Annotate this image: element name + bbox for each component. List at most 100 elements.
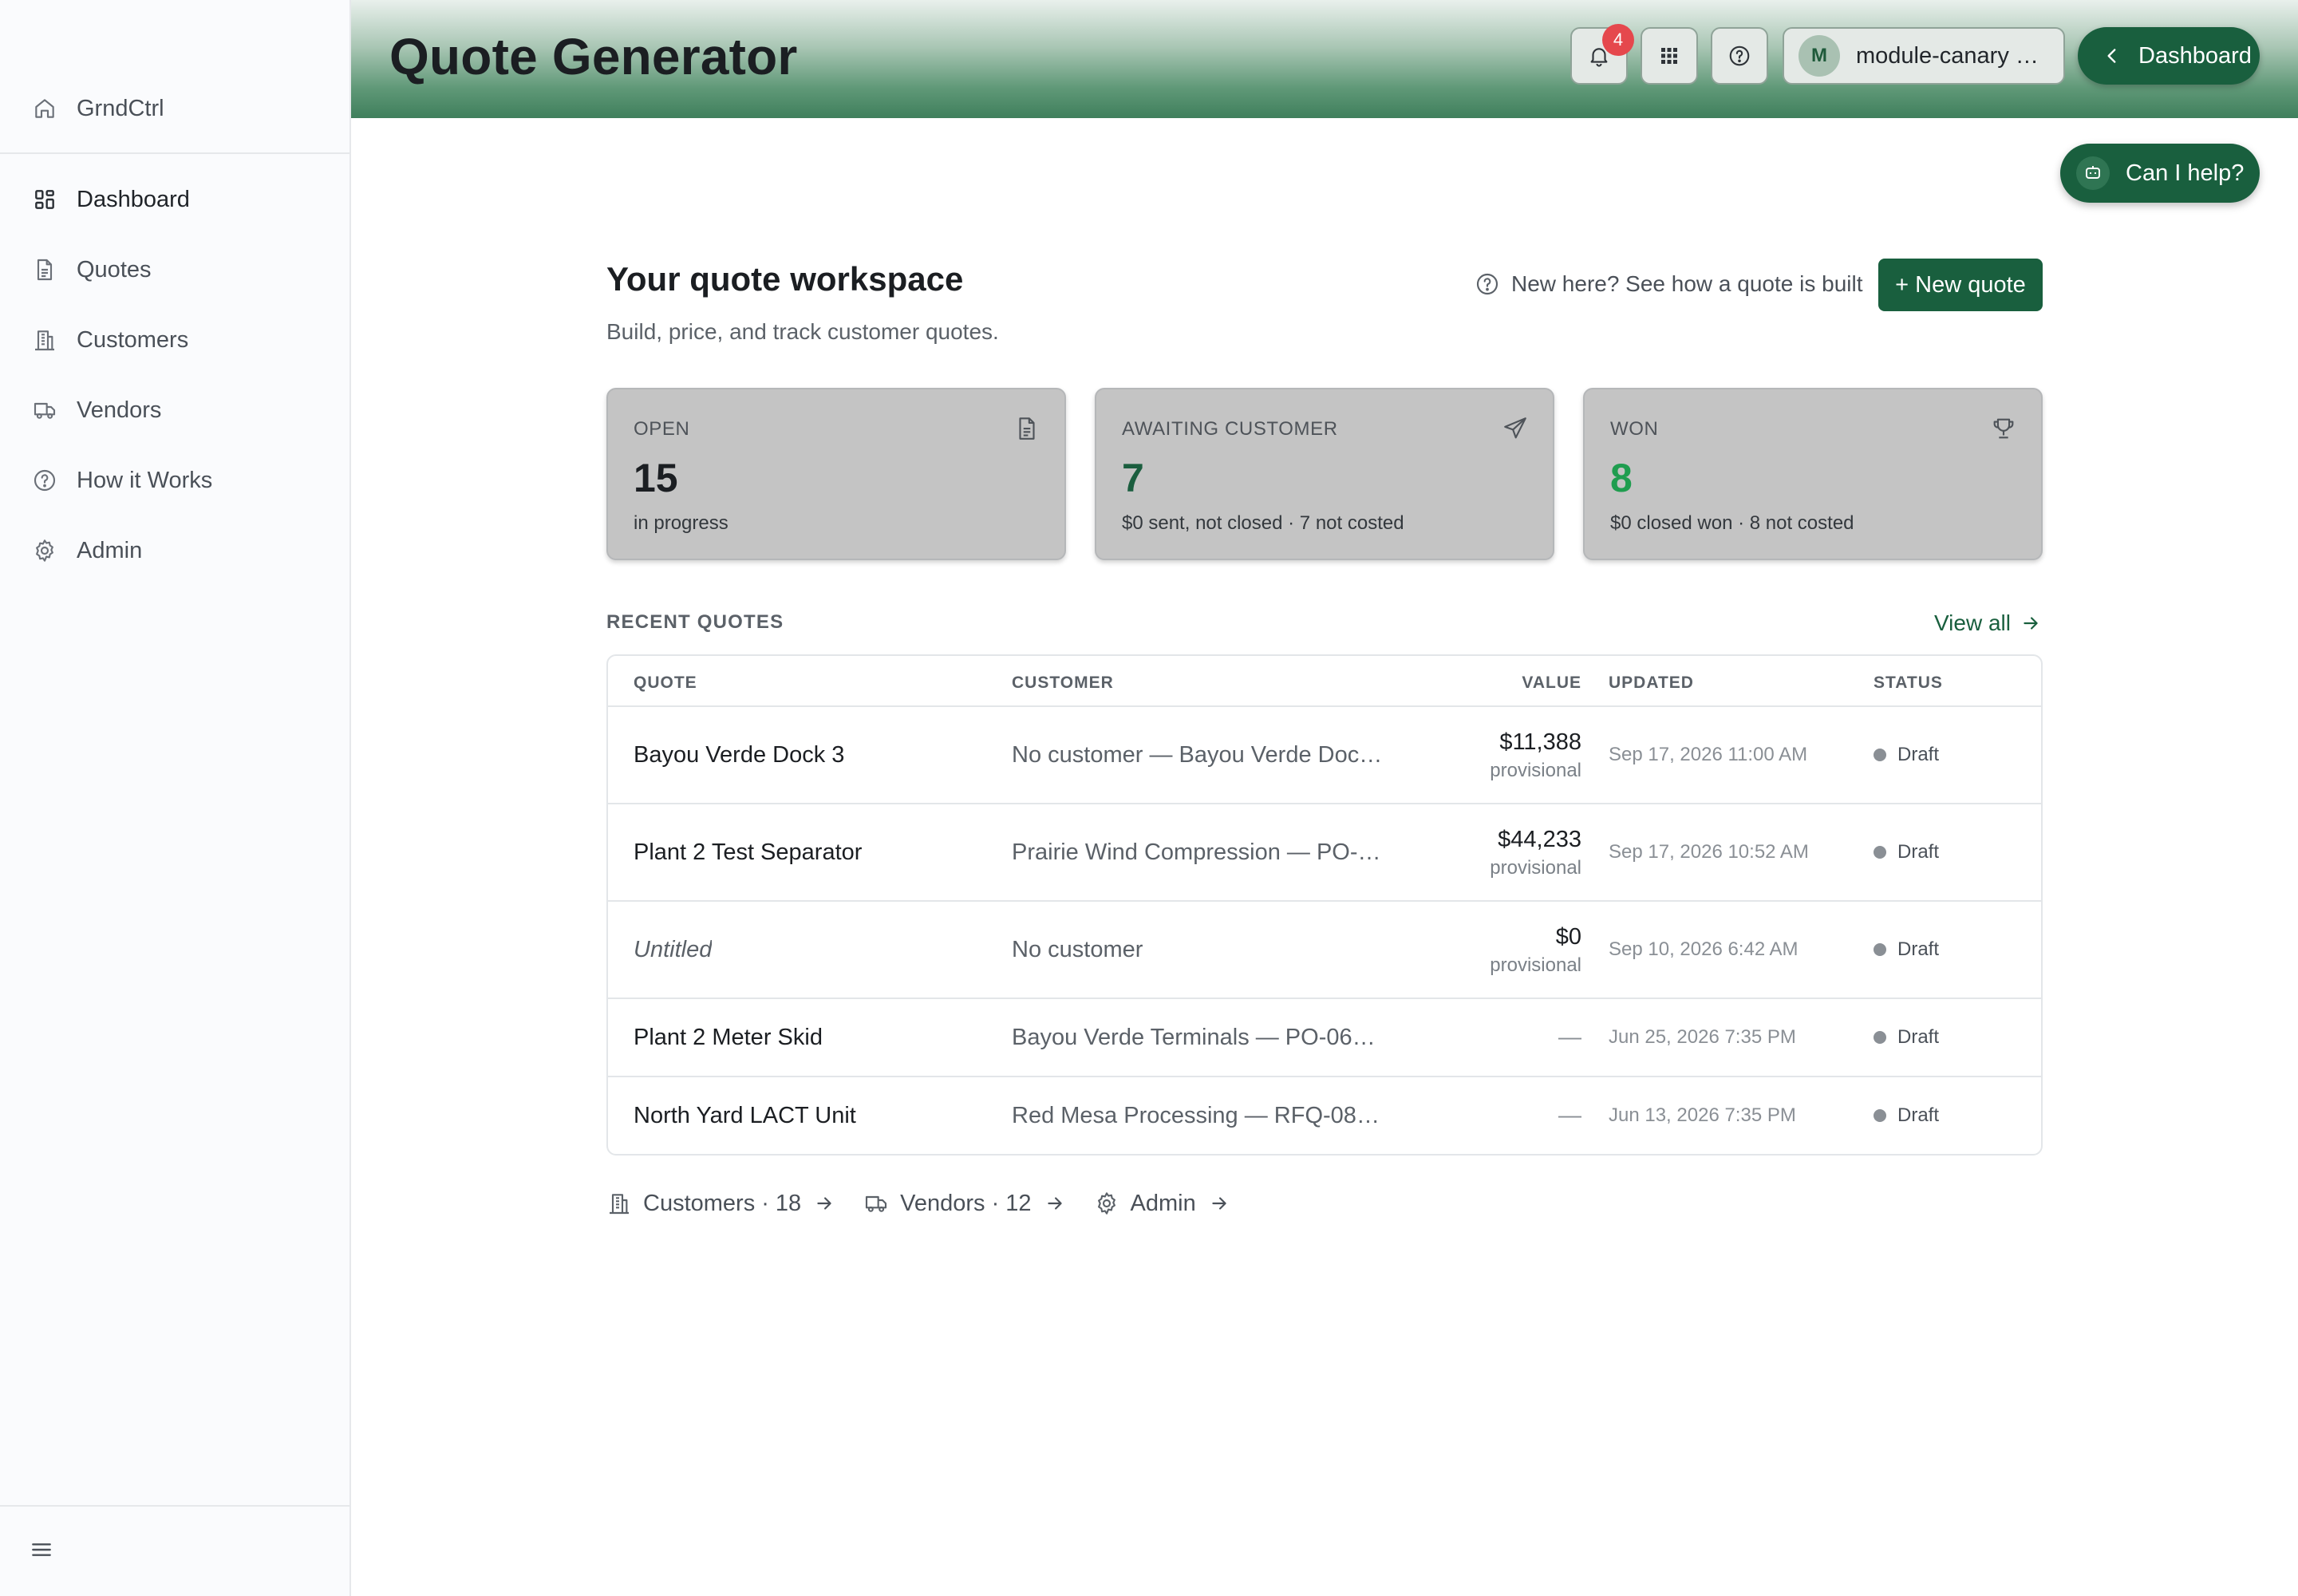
- help-button[interactable]: [1711, 27, 1768, 85]
- view-all-link[interactable]: View all: [1934, 608, 2041, 638]
- apps-grid-icon: [1661, 48, 1677, 64]
- building-icon: [35, 330, 54, 351]
- column-header-quote[interactable]: QUOTE: [634, 674, 697, 693]
- status-label: Draft: [1897, 938, 1940, 960]
- table-row[interactable]: Plant 2 Meter Skid Bayou Verde Terminals…: [608, 999, 2041, 1077]
- quote-value-note: provisional: [1490, 954, 1581, 976]
- gear-icon: [1097, 1192, 1115, 1215]
- gear-icon: [36, 539, 53, 562]
- help-circle-icon: [1476, 273, 1498, 295]
- quote-value: —: [1558, 1103, 1581, 1128]
- vendors-quick-link[interactable]: Vendors · 12: [863, 1191, 1064, 1217]
- quote-value: $0: [1555, 924, 1581, 950]
- stat-label: AWAITING CUSTOMER: [1122, 418, 1338, 440]
- sidebar-item-vendors[interactable]: Vendors: [0, 381, 349, 439]
- quote-customer: Red Mesa Processing — RFQ-089…: [1012, 1103, 1387, 1128]
- quote-name[interactable]: Untitled: [634, 937, 712, 963]
- arrow-right-icon: [2024, 617, 2038, 630]
- assistant-help-button[interactable]: Can I help?: [2060, 144, 2260, 203]
- sidebar-brand: GrndCtrl: [0, 0, 349, 154]
- apps-button[interactable]: [1641, 27, 1698, 85]
- customers-quick-link-label: Customers: [643, 1190, 756, 1216]
- sidebar-item-how-it-works[interactable]: How it Works: [0, 452, 349, 509]
- workspace-subtitle: Build, price, and track customer quotes.: [606, 319, 999, 344]
- view-all-label: View all: [1934, 610, 2011, 635]
- stat-card-open[interactable]: OPEN 15 in progress: [606, 388, 1066, 560]
- quote-value: $11,388: [1499, 729, 1581, 755]
- status-dot: [1874, 749, 1886, 761]
- separator-dot: ·: [761, 1190, 769, 1216]
- brand-link[interactable]: GrndCtrl: [0, 80, 349, 137]
- table-row[interactable]: Bayou Verde Dock 3 No customer — Bayou V…: [608, 707, 2041, 804]
- stat-card-awaiting-customer[interactable]: AWAITING CUSTOMER 7 $0 sent, not closed …: [1095, 388, 1554, 560]
- new-quote-button[interactable]: + New quote: [1878, 259, 2043, 311]
- status-label: Draft: [1897, 1026, 1940, 1048]
- recent-quotes-table: QUOTE CUSTOMER VALUE UPDATED STATUS Bayo…: [606, 654, 2043, 1156]
- table-header: QUOTE CUSTOMER VALUE UPDATED STATUS: [608, 656, 2041, 707]
- avatar: M: [1799, 35, 1840, 77]
- chevron-left-icon: [2107, 49, 2116, 63]
- column-header-value[interactable]: VALUE: [1522, 674, 1581, 693]
- sidebar-item-customers[interactable]: Customers: [0, 311, 349, 369]
- quote-updated: Jun 25, 2026 7:35 PM: [1609, 1026, 1796, 1048]
- menu-toggle-icon[interactable]: [29, 1537, 54, 1562]
- quote-updated: Sep 17, 2026 11:00 AM: [1609, 744, 1808, 765]
- status-badge: Draft: [1874, 744, 1939, 766]
- how-quote-built-link[interactable]: New here? See how a quote is built: [1475, 268, 1863, 300]
- status-badge: Draft: [1874, 1104, 1939, 1127]
- building-icon: [610, 1194, 629, 1215]
- truck-icon: [866, 1195, 887, 1212]
- stat-value: 15: [634, 456, 678, 500]
- user-menu-button[interactable]: M module-canary S...: [1783, 27, 2065, 85]
- chat-bot-icon: [2076, 156, 2110, 190]
- stat-card-won[interactable]: WON 8 $0 closed won · 8 not costed: [1583, 388, 2043, 560]
- sidebar-item-dashboard[interactable]: Dashboard: [0, 171, 349, 228]
- customers-quick-link[interactable]: Customers · 18: [606, 1191, 835, 1217]
- document-icon: [1019, 417, 1035, 440]
- status-dot: [1874, 1109, 1886, 1122]
- stat-label: OPEN: [634, 418, 690, 440]
- table-row[interactable]: Untitled No customer $0 provisional Sep …: [608, 902, 2041, 999]
- sidebar-item-label: Customers: [77, 326, 189, 353]
- quote-customer: Prairie Wind Compression — PO-0…: [1012, 839, 1387, 865]
- quote-name[interactable]: Bayou Verde Dock 3: [634, 742, 844, 768]
- sidebar-item-admin[interactable]: Admin: [0, 522, 349, 579]
- quote-customer: No customer: [1012, 937, 1143, 962]
- sidebar-item-label: Admin: [77, 537, 143, 563]
- table-row[interactable]: Plant 2 Test Separator Prairie Wind Comp…: [608, 804, 2041, 902]
- quote-name[interactable]: North Yard LACT Unit: [634, 1103, 856, 1129]
- column-header-status[interactable]: STATUS: [1874, 674, 1943, 693]
- stat-note: $0 sent, not closed · 7 not costed: [1122, 512, 1404, 534]
- status-dot: [1874, 943, 1886, 956]
- stat-note: $0 closed won · 8 not costed: [1610, 512, 1854, 534]
- back-to-dashboard-button[interactable]: Dashboard: [2078, 27, 2260, 85]
- sidebar-item-label: Vendors: [77, 397, 162, 423]
- assistant-help-label: Can I help?: [2126, 160, 2245, 186]
- quote-updated: Sep 17, 2026 10:52 AM: [1609, 841, 1809, 863]
- top-header: Quote Generator 4 M module-canary S... D…: [351, 0, 2298, 118]
- quote-value-note: provisional: [1490, 857, 1581, 879]
- status-dot: [1874, 1031, 1886, 1044]
- stat-label: WON: [1610, 418, 1659, 440]
- quote-updated: Sep 10, 2026 6:42 AM: [1609, 938, 1799, 960]
- customers-count: 18: [775, 1190, 802, 1216]
- column-header-customer[interactable]: CUSTOMER: [1012, 674, 1114, 693]
- status-dot: [1874, 846, 1886, 859]
- table-row[interactable]: North Yard LACT Unit Red Mesa Processing…: [608, 1077, 2041, 1154]
- trophy-icon: [1993, 418, 2014, 439]
- quote-name[interactable]: Plant 2 Meter Skid: [634, 1025, 823, 1051]
- quote-name[interactable]: Plant 2 Test Separator: [634, 839, 862, 866]
- sidebar-item-label: How it Works: [77, 467, 213, 493]
- notification-count-badge: 4: [1602, 24, 1634, 56]
- column-header-updated[interactable]: UPDATED: [1609, 674, 1694, 693]
- status-badge: Draft: [1874, 1026, 1939, 1049]
- admin-quick-link[interactable]: Admin: [1094, 1191, 1230, 1217]
- notifications-button[interactable]: 4: [1570, 24, 1634, 85]
- recent-quotes-heading: RECENT QUOTES: [606, 611, 784, 633]
- sidebar-item-quotes[interactable]: Quotes: [0, 241, 349, 298]
- separator-dot: ·: [991, 1190, 1000, 1216]
- document-icon: [37, 259, 53, 281]
- quick-links: Customers · 18 Vendors · 12 Admin: [606, 1187, 1258, 1219]
- help-circle-icon: [1729, 45, 1750, 66]
- workspace-title: Your quote workspace: [606, 260, 964, 298]
